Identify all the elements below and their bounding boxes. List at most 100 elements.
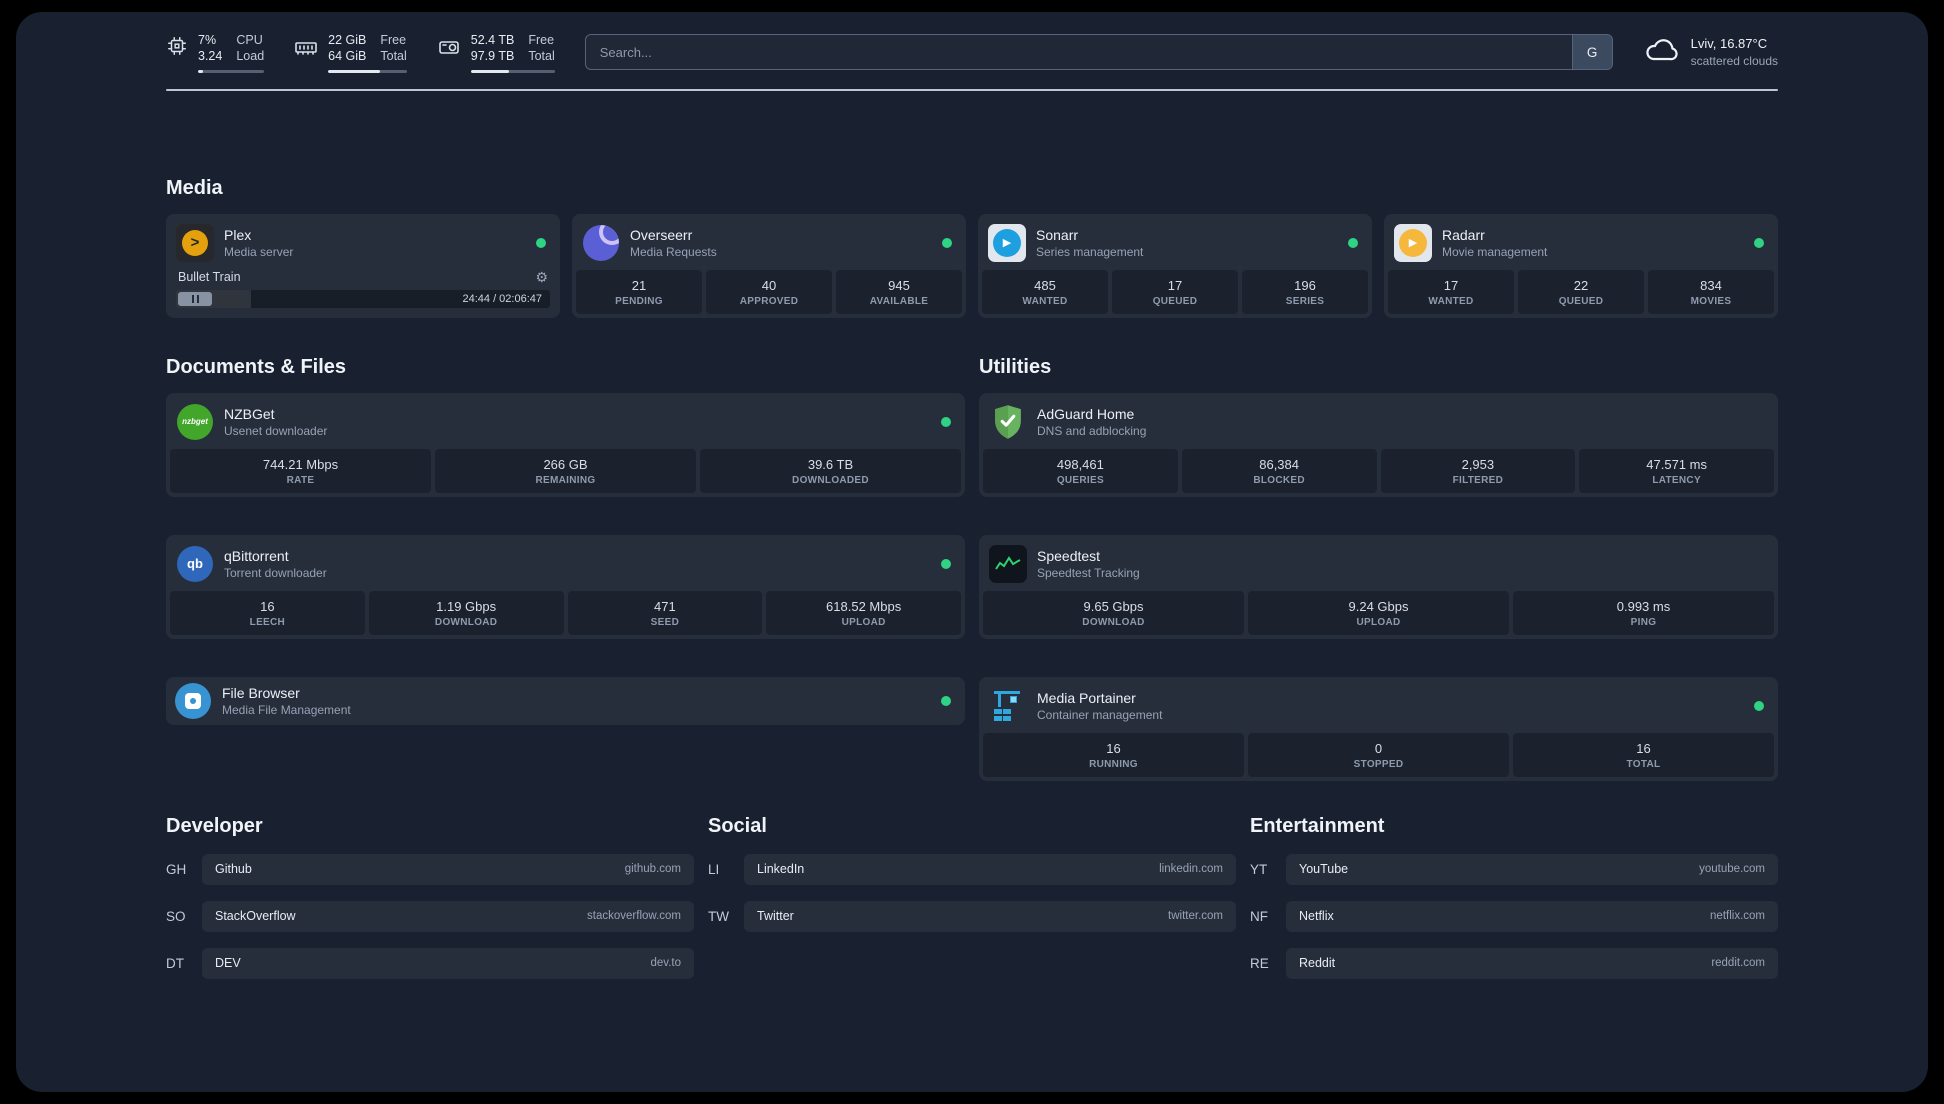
stat-label: DOWNLOAD [434, 616, 498, 628]
service-subtitle: Torrent downloader [224, 565, 327, 580]
cpu-widget: 7% 3.24 CPU Load [166, 32, 265, 73]
cpu-label: CPU [236, 33, 263, 47]
bookmark-link-netflix[interactable]: Netflix netflix.com [1286, 900, 1778, 932]
bookmark-abbr: SO [166, 908, 186, 924]
playback-progress-bar[interactable]: 24:44 / 02:06:47 [176, 289, 550, 308]
stat-value: 16 [1106, 740, 1121, 756]
bookmark-name: LinkedIn [757, 862, 805, 876]
bookmark-link-twitter[interactable]: Twitter twitter.com [744, 900, 1236, 932]
bookmark-link-linkedin[interactable]: LinkedIn linkedin.com [744, 853, 1236, 885]
stat-value: 471 [654, 598, 676, 614]
stat-value: 0 [1374, 740, 1383, 756]
stat-block: 17 QUEUED [1112, 269, 1238, 314]
memory-widget: 22 GiB 64 GiB Free Total [294, 32, 407, 73]
bookmark-name: DEV [215, 956, 241, 970]
stat-block: 196 SERIES [1242, 269, 1368, 314]
bookmark-abbr: NF [1250, 908, 1268, 924]
bookmark-domain: netflix.com [1710, 910, 1765, 922]
search-bar: G [584, 34, 1613, 71]
bookmarks-section: Developer GH Github github.com SO StackO… [166, 815, 1778, 1025]
bookmark-domain: linkedin.com [1159, 863, 1223, 875]
disk-usage-fill [470, 69, 510, 73]
bookmark-abbr: GH [166, 861, 187, 877]
stat-block: 16 LEECH [170, 590, 365, 635]
dashboard: 7% 3.24 CPU Load 22 GiB 64 GiB Free Tota… [16, 12, 1928, 1092]
bookmark-link-reddit[interactable]: Reddit reddit.com [1286, 947, 1778, 979]
weather-condition: scattered clouds [1690, 53, 1778, 68]
stat-value: 0.993 ms [1616, 598, 1671, 614]
service-card-radarr[interactable]: ▶ Radarr Movie management 17 WANTED 22 Q… [1384, 213, 1778, 318]
stat-label: PENDING [615, 295, 663, 307]
disk-free-label: Free [528, 33, 555, 47]
service-title: Overseerr [630, 226, 693, 243]
portainer-crane-icon [989, 687, 1027, 725]
stat-value: 9.65 Gbps [1083, 598, 1144, 614]
service-text: qBittorrent Torrent downloader [224, 548, 327, 580]
stat-label: AVAILABLE [869, 295, 929, 307]
service-card-qbittorrent[interactable]: qb qBittorrent Torrent downloader 16 LEE… [166, 534, 965, 639]
stat-block: 39.6 TB DOWNLOADED [700, 448, 961, 493]
stat-label: PING [1630, 616, 1657, 628]
status-online-dot [1754, 700, 1764, 711]
service-title: Plex [224, 226, 252, 243]
service-stats: 485 WANTED 17 QUEUED 196 SERIES [978, 269, 1372, 318]
search-provider-button[interactable]: G [1571, 35, 1612, 70]
stat-label: DOWNLOAD [1082, 616, 1145, 628]
service-card-overseerr[interactable]: Overseerr Media Requests 21 PENDING 40 A… [572, 213, 966, 318]
gear-icon[interactable]: ⚙ [535, 270, 548, 284]
utilities-column: Utilities AdGuard Home DNS and adblockin… [979, 318, 1778, 781]
stat-block: 0 STOPPED [1248, 732, 1509, 777]
stat-value: 16 [260, 598, 275, 614]
service-card-sonarr[interactable]: ▶ Sonarr Series management 485 WANTED 17… [978, 213, 1372, 318]
service-subtitle: Movie management [1442, 244, 1548, 259]
stat-value: 9.24 Gbps [1348, 598, 1409, 614]
service-subtitle: Media Requests [630, 244, 717, 259]
bookmark-link-dev[interactable]: DEV dev.to [202, 947, 694, 979]
bookmark-row: LI LinkedIn linkedin.com [708, 853, 1236, 885]
bookmark-link-stackoverflow[interactable]: StackOverflow stackoverflow.com [202, 900, 694, 932]
service-stats: 9.65 Gbps DOWNLOAD 9.24 Gbps UPLOAD 0.99… [979, 590, 1778, 639]
service-subtitle: Series management [1036, 244, 1144, 259]
service-subtitle: Media server [224, 244, 294, 259]
load-label: Load [236, 49, 265, 64]
overseerr-icon [582, 224, 620, 262]
filebrowser-glyph [185, 692, 201, 709]
service-title: Radarr [1442, 226, 1485, 243]
service-stats: 21 PENDING 40 APPROVED 945 AVAILABLE [572, 269, 966, 318]
stat-value: 39.6 TB [807, 456, 854, 472]
service-text: Radarr Movie management [1442, 227, 1547, 259]
service-title: Media Portainer [1037, 689, 1136, 706]
stat-label: BLOCKED [1253, 474, 1305, 486]
stat-block: 22 QUEUED [1518, 269, 1644, 314]
service-card-portainer[interactable]: Media Portainer Container management 16 … [979, 676, 1778, 781]
stat-label: UPLOAD [841, 616, 886, 628]
weather-widget: Lviv, 16.87°C scattered clouds [1643, 35, 1778, 69]
cpu-percent-value: 7% [198, 33, 217, 47]
stat-block: 47.571 ms LATENCY [1579, 448, 1774, 493]
disk-usage-bar [470, 69, 555, 73]
service-text: Plex Media server [224, 227, 293, 259]
service-card-plex[interactable]: > Plex Media server Bullet Train ⚙ 24:44… [166, 213, 560, 318]
stat-label: REMAINING [535, 474, 596, 486]
stat-value: 485 [1034, 277, 1056, 293]
stat-value: 618.52 Mbps [826, 598, 902, 614]
bookmark-row: GH Github github.com [166, 853, 694, 885]
service-card-filebrowser[interactable]: File Browser Media File Management [166, 676, 965, 725]
service-card-adguard[interactable]: AdGuard Home DNS and adblocking 498,461 … [979, 392, 1778, 497]
bookmark-link-youtube[interactable]: YouTube youtube.com [1286, 853, 1778, 885]
middle-columns: Documents & Files nzbget NZBGet Usenet d… [166, 318, 1778, 781]
service-text: NZBGet Usenet downloader [224, 406, 327, 438]
bookmark-group-social: Social LI LinkedIn linkedin.com TW Twitt… [708, 815, 1236, 995]
service-header: ▶ Radarr Movie management [1384, 214, 1778, 270]
stat-block: 834 MOVIES [1648, 269, 1774, 314]
cpu-load-value: 3.24 [198, 49, 223, 64]
service-text: File Browser Media File Management [222, 685, 351, 717]
pause-button[interactable] [178, 291, 212, 306]
search-input[interactable] [585, 35, 1572, 70]
service-card-speedtest[interactable]: Speedtest Speedtest Tracking 9.65 Gbps D… [979, 534, 1778, 639]
bookmark-link-github[interactable]: Github github.com [202, 853, 694, 885]
status-online-dot [941, 695, 951, 706]
service-text: Sonarr Series management [1036, 227, 1143, 259]
service-title: File Browser [222, 684, 300, 701]
service-card-nzbget[interactable]: nzbget NZBGet Usenet downloader 744.21 M… [166, 392, 965, 497]
